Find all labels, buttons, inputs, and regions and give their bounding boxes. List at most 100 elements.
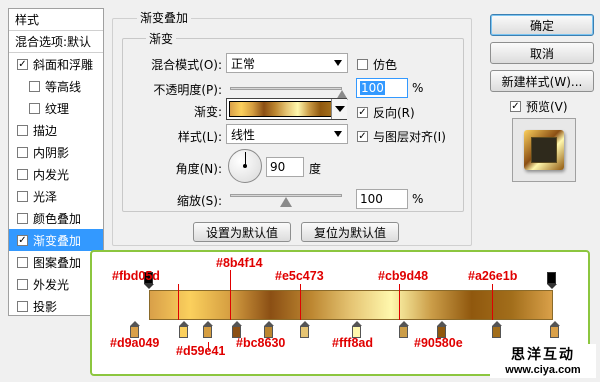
- style-value: 线性: [231, 127, 256, 142]
- color-label-bottom: #d9a049: [110, 336, 160, 350]
- style-item[interactable]: ✓ 斜面和浮雕: [9, 53, 103, 75]
- color-stop[interactable]: [492, 321, 502, 338]
- color-label-bottom: #bc8630: [236, 336, 286, 350]
- color-stop[interactable]: [203, 321, 213, 338]
- callout-line: [300, 284, 301, 320]
- blend-mode-label: 混合模式(O):: [151, 58, 222, 72]
- angle-input[interactable]: 90: [266, 157, 304, 177]
- blend-mode-value: 正常: [231, 56, 256, 71]
- align-label: 与图层对齐(I): [373, 130, 446, 144]
- style-item[interactable]: 纹理: [9, 97, 103, 119]
- opacity-slider-track[interactable]: [230, 87, 342, 90]
- angle-dial-center: [243, 164, 247, 168]
- style-item[interactable]: 图案叠加: [9, 251, 103, 273]
- ok-button[interactable]: 确定: [490, 14, 594, 36]
- preview-checkbox[interactable]: ✓ 预览(V): [510, 98, 568, 115]
- callout-line: [230, 270, 231, 320]
- style-item[interactable]: ✓ 渐变叠加: [9, 229, 103, 251]
- opacity-label: 不透明度(P):: [153, 83, 222, 97]
- style-item-label: 颜色叠加: [33, 211, 82, 226]
- preview-thumbnail: [524, 130, 564, 170]
- opacity-stop-right[interactable]: [547, 272, 557, 289]
- style-item-checkbox[interactable]: [17, 300, 28, 312]
- styles-header[interactable]: 样式: [9, 9, 103, 31]
- style-item-label: 外发光: [33, 277, 70, 292]
- style-label: 样式(L):: [177, 130, 222, 144]
- style-item-label: 纹理: [45, 101, 70, 116]
- style-item-checkbox[interactable]: [17, 212, 28, 224]
- style-item-checkbox[interactable]: [29, 80, 40, 92]
- preview-inner: [531, 137, 557, 163]
- style-item[interactable]: 颜色叠加: [9, 207, 103, 229]
- callout-line: [399, 284, 400, 320]
- make-default-button[interactable]: 设置为默认值: [193, 222, 291, 242]
- style-item[interactable]: 外发光: [9, 273, 103, 295]
- style-select[interactable]: 线性: [226, 124, 348, 144]
- color-stop[interactable]: [179, 321, 189, 338]
- watermark-url: www.ciya.com: [505, 364, 581, 376]
- style-item-checkbox[interactable]: ✓: [17, 58, 28, 70]
- color-label-bottom: #fff8ad: [332, 336, 373, 350]
- style-item-checkbox[interactable]: [29, 102, 40, 114]
- chevron-down-icon: [334, 60, 342, 66]
- angle-unit: 度: [309, 162, 322, 176]
- style-item-label: 内阴影: [33, 145, 70, 160]
- reverse-checkbox[interactable]: ✓ 反向(R): [357, 104, 415, 121]
- gradient-dropdown-button[interactable]: [331, 99, 347, 119]
- style-item-checkbox[interactable]: [17, 124, 28, 136]
- align-with-layer-checkbox[interactable]: ✓ 与图层对齐(I): [357, 128, 446, 145]
- dither-check[interactable]: [357, 59, 368, 70]
- color-label-top: #8b4f14: [216, 256, 263, 270]
- style-item-label: 等高线: [45, 79, 82, 94]
- reverse-label: 反向(R): [373, 106, 415, 120]
- style-preview-box: [512, 118, 576, 182]
- new-style-button[interactable]: 新建样式(W)...: [490, 70, 594, 92]
- color-stop[interactable]: [399, 321, 409, 338]
- scale-input[interactable]: 100: [356, 189, 408, 209]
- style-item-checkbox[interactable]: ✓: [17, 234, 28, 246]
- gradient-group-title: 渐变: [146, 30, 177, 47]
- cancel-button[interactable]: 取消: [490, 42, 594, 64]
- style-item-label: 图案叠加: [33, 255, 82, 270]
- color-label-top: #fbd05d: [112, 269, 160, 283]
- color-label-top: #e5c473: [275, 269, 324, 283]
- style-item-checkbox[interactable]: [17, 146, 28, 158]
- angle-label: 角度(N):: [175, 162, 222, 176]
- gradient-picker[interactable]: [226, 98, 347, 120]
- dither-label: 仿色: [373, 58, 398, 72]
- style-item[interactable]: 光泽: [9, 185, 103, 207]
- callout-line: [492, 284, 493, 320]
- style-item-checkbox[interactable]: [17, 278, 28, 290]
- blend-mode-select[interactable]: 正常: [226, 53, 348, 73]
- style-item-label: 斜面和浮雕: [33, 57, 94, 72]
- style-item-checkbox[interactable]: [17, 168, 28, 180]
- angle-value: 90: [270, 160, 286, 174]
- style-item-checkbox[interactable]: [17, 256, 28, 268]
- style-item-checkbox[interactable]: [17, 190, 28, 202]
- opacity-input[interactable]: 100: [356, 78, 408, 98]
- style-item[interactable]: 内发光: [9, 163, 103, 185]
- style-item-label: 描边: [33, 123, 58, 138]
- style-item[interactable]: 等高线: [9, 75, 103, 97]
- scale-slider-thumb[interactable]: [280, 197, 292, 207]
- color-stop[interactable]: [300, 321, 310, 338]
- reverse-check[interactable]: ✓: [357, 107, 368, 118]
- reset-default-button[interactable]: 复位为默认值: [301, 222, 399, 242]
- preview-check[interactable]: ✓: [510, 101, 521, 112]
- scale-unit: %: [412, 192, 424, 206]
- dither-checkbox[interactable]: 仿色: [357, 56, 397, 73]
- blend-options-default[interactable]: 混合选项:默认: [9, 31, 103, 53]
- opacity-value: 100: [360, 81, 385, 95]
- section-title: 渐变叠加: [137, 9, 192, 26]
- watermark: 思洋互动 www.ciya.com: [490, 344, 596, 378]
- gradient-preview-swatch[interactable]: [229, 101, 344, 117]
- style-item[interactable]: 描边: [9, 119, 103, 141]
- angle-dial[interactable]: [228, 149, 262, 183]
- color-label-bottom: #90580e: [414, 336, 463, 350]
- style-item[interactable]: 内阴影: [9, 141, 103, 163]
- color-stop[interactable]: [550, 321, 560, 338]
- style-item-label: 光泽: [33, 189, 58, 204]
- align-check[interactable]: ✓: [357, 131, 368, 142]
- opacity-unit: %: [412, 81, 424, 95]
- style-item[interactable]: 投影: [9, 295, 103, 317]
